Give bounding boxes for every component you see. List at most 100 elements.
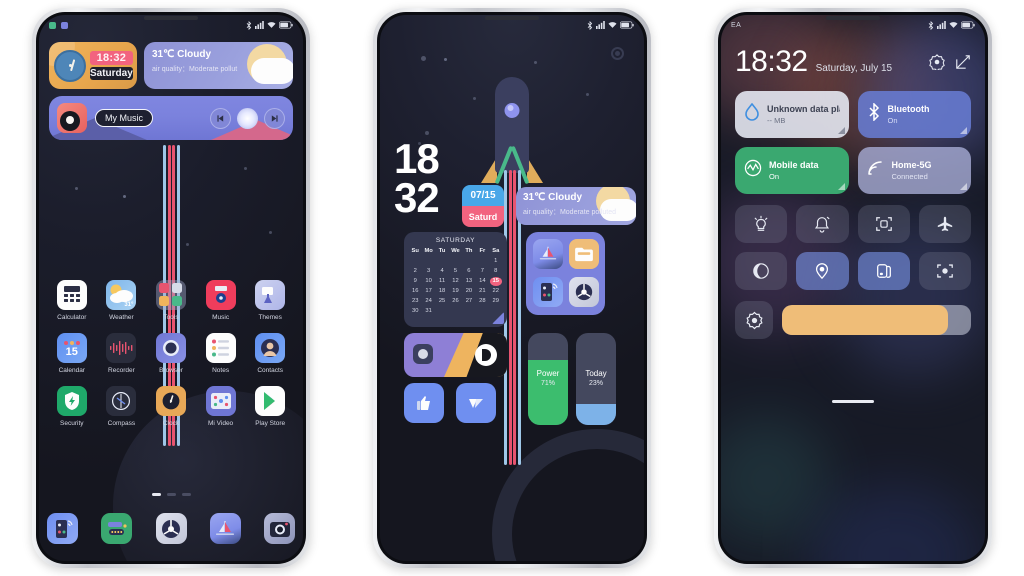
recorder-icon [106,333,137,363]
phone-icon[interactable] [533,276,563,307]
app-notes[interactable]: Notes [196,333,246,374]
control-center-time: 18:32 [735,45,808,78]
app-tools[interactable]: Tools [146,280,196,321]
app-label: Notes [212,367,230,374]
ringer-toggle[interactable] [796,205,849,243]
calendar-day [463,257,475,266]
prev-track-button[interactable] [210,107,231,129]
browser-wheel-icon[interactable] [569,276,599,307]
star-dot [186,243,189,246]
tile-bluetooth[interactable]: Bluetooth On [857,91,971,138]
tile-title: Mobile data [769,160,819,170]
app-calendar[interactable]: 15 Calendar [47,333,97,374]
camera-icon[interactable] [264,513,295,544]
sailboat-icon[interactable] [209,513,241,544]
home-indicator[interactable] [832,400,874,403]
clock-icon [155,386,186,416]
calendar-day: 4 [440,268,444,274]
date-widget[interactable]: 07/15 Saturd [462,185,504,227]
phone-icon[interactable] [47,513,78,544]
calendar-day: 22 [492,288,499,294]
next-track-button[interactable] [264,107,285,129]
signal-icon [596,21,605,29]
dock [47,513,295,544]
calendar-day [436,257,448,266]
tile-wifi[interactable]: Home-5G Connected [857,147,971,194]
control-center-header: 18:32 Saturday, July 15 [735,47,971,77]
power-gauge-value: 71% [540,380,555,387]
location-toggle[interactable] [796,252,849,290]
app-browser[interactable]: Browser [146,333,196,374]
thumbs-up-widget[interactable] [404,383,444,423]
tile-expand-corner[interactable] [837,183,845,190]
app-mi-video[interactable]: Mi Video [196,386,246,427]
calendar-day: 11 [439,278,446,284]
tile-subtitle: On [769,172,780,181]
tile-expand-corner[interactable] [960,127,967,134]
messages-icon[interactable] [101,513,133,544]
browser-wheel-icon[interactable] [155,513,187,544]
tile-mobile-data[interactable]: Mobile data On [735,147,849,194]
tile-subtitle: -- MB [767,116,786,125]
quick-toggles [735,205,971,290]
media-widget[interactable] [404,333,507,377]
star-dot [123,195,126,198]
phone-1-home-screen: 18:32 Saturday 31℃ Cloudy air quality：Mo… [32,8,310,568]
tile-expand-corner[interactable] [960,183,967,190]
brightness-icon [754,215,768,231]
date-widget-date: 07/15 [462,185,504,206]
signal-icon [255,21,264,29]
lark-widget[interactable] [456,383,496,423]
dark-mode-toggle[interactable] [735,252,788,290]
app-music[interactable]: Music [196,280,246,321]
play-button[interactable] [237,107,258,129]
weekday-label: Fr [479,248,486,254]
app-recorder[interactable]: Recorder [97,333,147,374]
page-dot-active[interactable] [151,493,161,496]
weather-widget[interactable]: 31℃ Cloudy air quality：Moderate pollut [144,42,293,89]
today-gauge-widget[interactable]: Today 23% [576,333,616,425]
app-compass[interactable]: Compass [97,386,147,427]
weather-widget-2[interactable]: 31℃ Cloudy air quality：Moderate polluted [516,187,636,225]
app-calculator[interactable]: Calculator [47,280,97,321]
page-dot[interactable] [181,493,191,496]
calendar-day: 17 [425,288,432,294]
camera-icon [413,344,433,364]
settings-gear-icon[interactable] [929,54,945,75]
signal-icon [937,21,946,29]
app-contacts[interactable]: Contacts [245,333,295,374]
app-label: Tools [163,314,179,321]
app-clock[interactable]: Clock [146,386,196,427]
clock-widget[interactable]: 18:32 Saturday [49,42,137,89]
calendar-day: 25 [438,298,446,304]
app-label: Compass [107,420,136,427]
app-weather[interactable]: 31° Weather [97,280,147,321]
screenshot-toggle[interactable] [918,252,971,290]
brightness-slider-fill [782,305,949,335]
files-icon[interactable] [569,239,599,269]
page-indicator [39,493,303,496]
app-themes[interactable]: Themes [245,280,295,321]
app-grid-area: Calculator 31° Weather Tools Music Theme… [47,280,295,427]
scan-toggle[interactable] [857,205,910,243]
bluetooth-icon [867,102,881,126]
music-widget[interactable]: My Music [49,96,293,140]
edit-icon[interactable] [955,54,971,75]
calendar-widget[interactable]: SATURDAY Su Mo Tu We Th Fr Sa 1 2 3 4 5 … [404,232,507,327]
second-space-toggle[interactable] [857,252,910,290]
app-play-store[interactable]: Play Store [245,386,295,427]
page-dot[interactable] [166,493,176,496]
brightness-slider[interactable] [782,305,971,335]
calendar-day: 18 [438,288,446,294]
tile-expand-corner[interactable] [837,127,845,134]
calendar-day: 23 [411,298,419,304]
brightness-settings-button[interactable] [735,301,773,339]
tile-data-usage[interactable]: Unknown data pla -- MB [735,91,849,138]
app-security[interactable]: Security [47,386,97,427]
calendar-day: 26 [452,298,459,304]
app-folder-widget[interactable] [526,232,605,315]
sailboat-icon[interactable] [533,239,563,269]
auto-brightness-toggle[interactable] [735,205,788,243]
airplane-mode-toggle[interactable] [918,205,971,243]
power-gauge-widget[interactable]: Power 71% [528,333,568,425]
